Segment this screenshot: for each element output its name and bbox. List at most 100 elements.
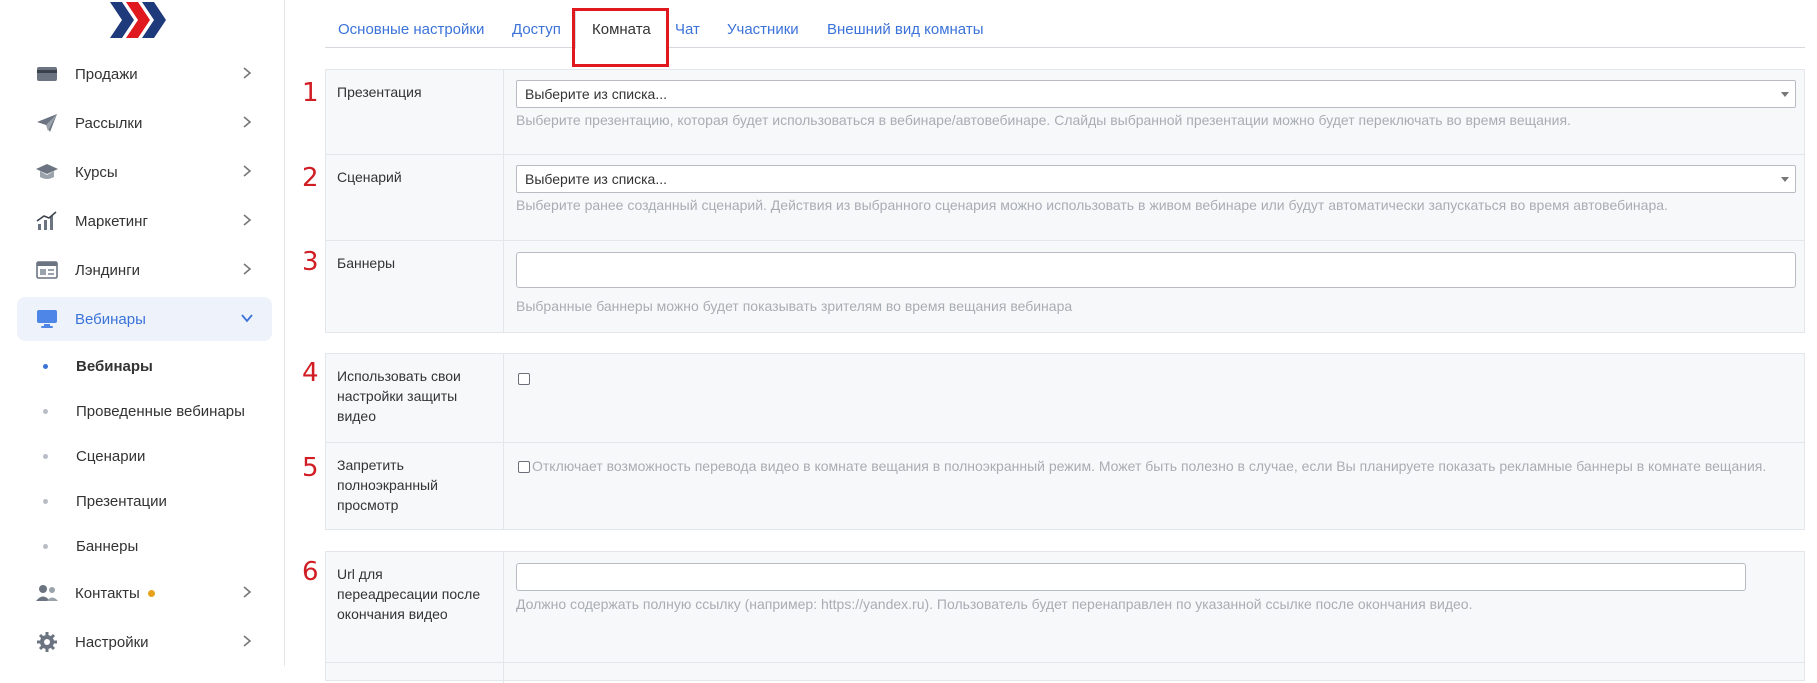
tab-participants[interactable]: Участники	[727, 21, 799, 38]
select-value: Выберите из списка...	[525, 86, 668, 102]
protection-label: Использовать свои настройки защиты видео	[337, 368, 461, 424]
sub-item-label: Баннеры	[76, 537, 139, 555]
sidebar-item-landings[interactable]: Лэндинги	[17, 248, 272, 292]
annotation-number: 4	[302, 358, 319, 388]
scenario-select[interactable]: Выберите из списка...	[516, 165, 1796, 193]
sub-item-label: Презентации	[76, 492, 167, 510]
monitor-icon	[35, 308, 59, 330]
chevron-right-icon	[243, 214, 252, 226]
presentation-row: Презентация Выберите из списка... Выбери…	[326, 70, 1804, 154]
sidebar-item-courses[interactable]: Курсы	[17, 150, 272, 194]
bullet-icon	[43, 408, 48, 414]
logo[interactable]	[110, 2, 174, 38]
tab-bar: Основные настройки Доступ Комната Чат Уч…	[325, 10, 1805, 49]
landing-page-icon	[35, 259, 59, 281]
sidebar: Продажи Рассылки Курсы Маркетинг Лэндинг…	[0, 0, 285, 666]
label-cell	[326, 663, 504, 683]
sub-item-webinars[interactable]: Вебинары	[0, 346, 270, 386]
tab-basic-settings[interactable]: Основные настройки	[338, 21, 484, 38]
banners-label: Баннеры	[337, 255, 396, 271]
sidebar-item-sales[interactable]: Продажи	[17, 52, 272, 96]
sidebar-item-mailings[interactable]: Рассылки	[17, 101, 272, 145]
caret-down-icon	[1781, 92, 1789, 97]
annotation-number: 3	[302, 247, 319, 277]
sidebar-item-label: Лэндинги	[75, 261, 141, 279]
banners-input[interactable]	[516, 252, 1796, 288]
chevron-right-icon	[243, 263, 252, 275]
sidebar-item-label: Контакты	[75, 585, 155, 602]
bullet-icon	[43, 498, 48, 504]
protection-checkbox[interactable]	[518, 373, 530, 385]
sidebar-item-label-text: Контакты	[75, 584, 140, 602]
presentation-help: Выберите презентацию, которая будет испо…	[516, 112, 1571, 128]
sub-item-banners[interactable]: Баннеры	[0, 526, 270, 566]
notification-dot	[147, 590, 155, 598]
label-cell: Презентация	[326, 70, 504, 154]
bullet-icon	[43, 453, 48, 459]
bullet-icon	[43, 543, 48, 549]
people-icon	[35, 582, 59, 604]
sub-item-label: Сценарии	[76, 447, 146, 465]
chevron-right-icon	[243, 116, 252, 128]
redirect-label: Url для переадресации после окончания ви…	[337, 566, 481, 622]
redirect-row: Url для переадресации после окончания ви…	[326, 552, 1804, 662]
chevron-down-icon	[241, 314, 253, 323]
label-cell: Использовать свои настройки защиты видео	[326, 354, 504, 442]
label-cell: Запретить полноэкранный просмотр	[326, 443, 504, 530]
fullscreen-row: Запретить полноэкранный просмотр Отключа…	[326, 442, 1804, 530]
annotation-number: 1	[302, 78, 319, 108]
chevron-right-icon	[243, 67, 252, 79]
sidebar-item-label: Курсы	[75, 163, 118, 181]
tab-room-appearance[interactable]: Внешний вид комнаты	[827, 21, 983, 38]
tab-access[interactable]: Доступ	[512, 21, 561, 38]
annotation-number: 6	[302, 557, 319, 587]
redirect-panel: Url для переадресации после окончания ви…	[325, 551, 1805, 683]
caret-down-icon	[1781, 177, 1789, 182]
sub-item-scenarios[interactable]: Сценарии	[0, 436, 270, 476]
label-cell: Сценарий	[326, 155, 504, 241]
protection-row: Использовать свои настройки защиты видео	[326, 354, 1804, 442]
sub-item-past-webinars[interactable]: Проведенные вебинары	[0, 391, 270, 431]
tab-chat[interactable]: Чат	[675, 21, 700, 38]
chevron-right-icon	[243, 635, 252, 647]
sidebar-item-label: Рассылки	[75, 114, 143, 132]
video-protection-panel: Использовать свои настройки защиты видео…	[325, 353, 1805, 530]
graduation-cap-icon	[35, 161, 59, 183]
gear-icon	[35, 631, 59, 653]
sub-item-label: Проведенные вебинары	[76, 402, 245, 420]
label-cell: Баннеры	[326, 241, 504, 333]
annotation-number: 2	[302, 163, 319, 193]
sidebar-item-label: Настройки	[75, 633, 149, 651]
presentation-label: Презентация	[337, 84, 422, 100]
next-row	[326, 662, 1804, 683]
scenario-row: Сценарий Выберите из списка... Выберите …	[326, 154, 1804, 241]
bullet-icon	[43, 363, 48, 369]
sidebar-item-settings[interactable]: Настройки	[17, 620, 272, 664]
sidebar-item-contacts[interactable]: Контакты	[17, 571, 272, 615]
chart-icon	[35, 210, 59, 232]
fullscreen-label: Запретить полноэкранный просмотр	[337, 457, 438, 513]
sub-item-label: Вебинары	[76, 357, 153, 375]
sidebar-item-label: Маркетинг	[75, 212, 148, 230]
sidebar-item-label: Вебинары	[75, 310, 146, 328]
room-settings-panel: Презентация Выберите из списка... Выбери…	[325, 69, 1805, 333]
paper-plane-icon	[35, 112, 59, 134]
banners-help: Выбранные баннеры можно будет показывать…	[516, 298, 1073, 314]
select-value: Выберите из списка...	[525, 171, 668, 187]
redirect-url-input[interactable]	[516, 563, 1746, 591]
annotation-number: 5	[302, 453, 319, 483]
scenario-help: Выберите ранее созданный сценарий. Дейст…	[516, 197, 1668, 213]
label-cell: Url для переадресации после окончания ви…	[326, 552, 504, 662]
banners-row: Баннеры Выбранные баннеры можно будет по…	[326, 240, 1804, 333]
sub-item-presentations[interactable]: Презентации	[0, 481, 270, 521]
highlight-box	[572, 8, 669, 67]
presentation-select[interactable]: Выберите из списка...	[516, 80, 1796, 108]
scenario-label: Сценарий	[337, 169, 402, 185]
redirect-help: Должно содержать полную ссылку (например…	[516, 596, 1473, 612]
chevron-right-icon	[243, 165, 252, 177]
sidebar-item-label: Продажи	[75, 65, 138, 83]
sidebar-item-marketing[interactable]: Маркетинг	[17, 199, 272, 243]
fullscreen-help: Отключает возможность перевода видео в к…	[532, 458, 1767, 474]
card-icon	[35, 63, 59, 85]
sidebar-item-webinars[interactable]: Вебинары	[17, 297, 272, 341]
